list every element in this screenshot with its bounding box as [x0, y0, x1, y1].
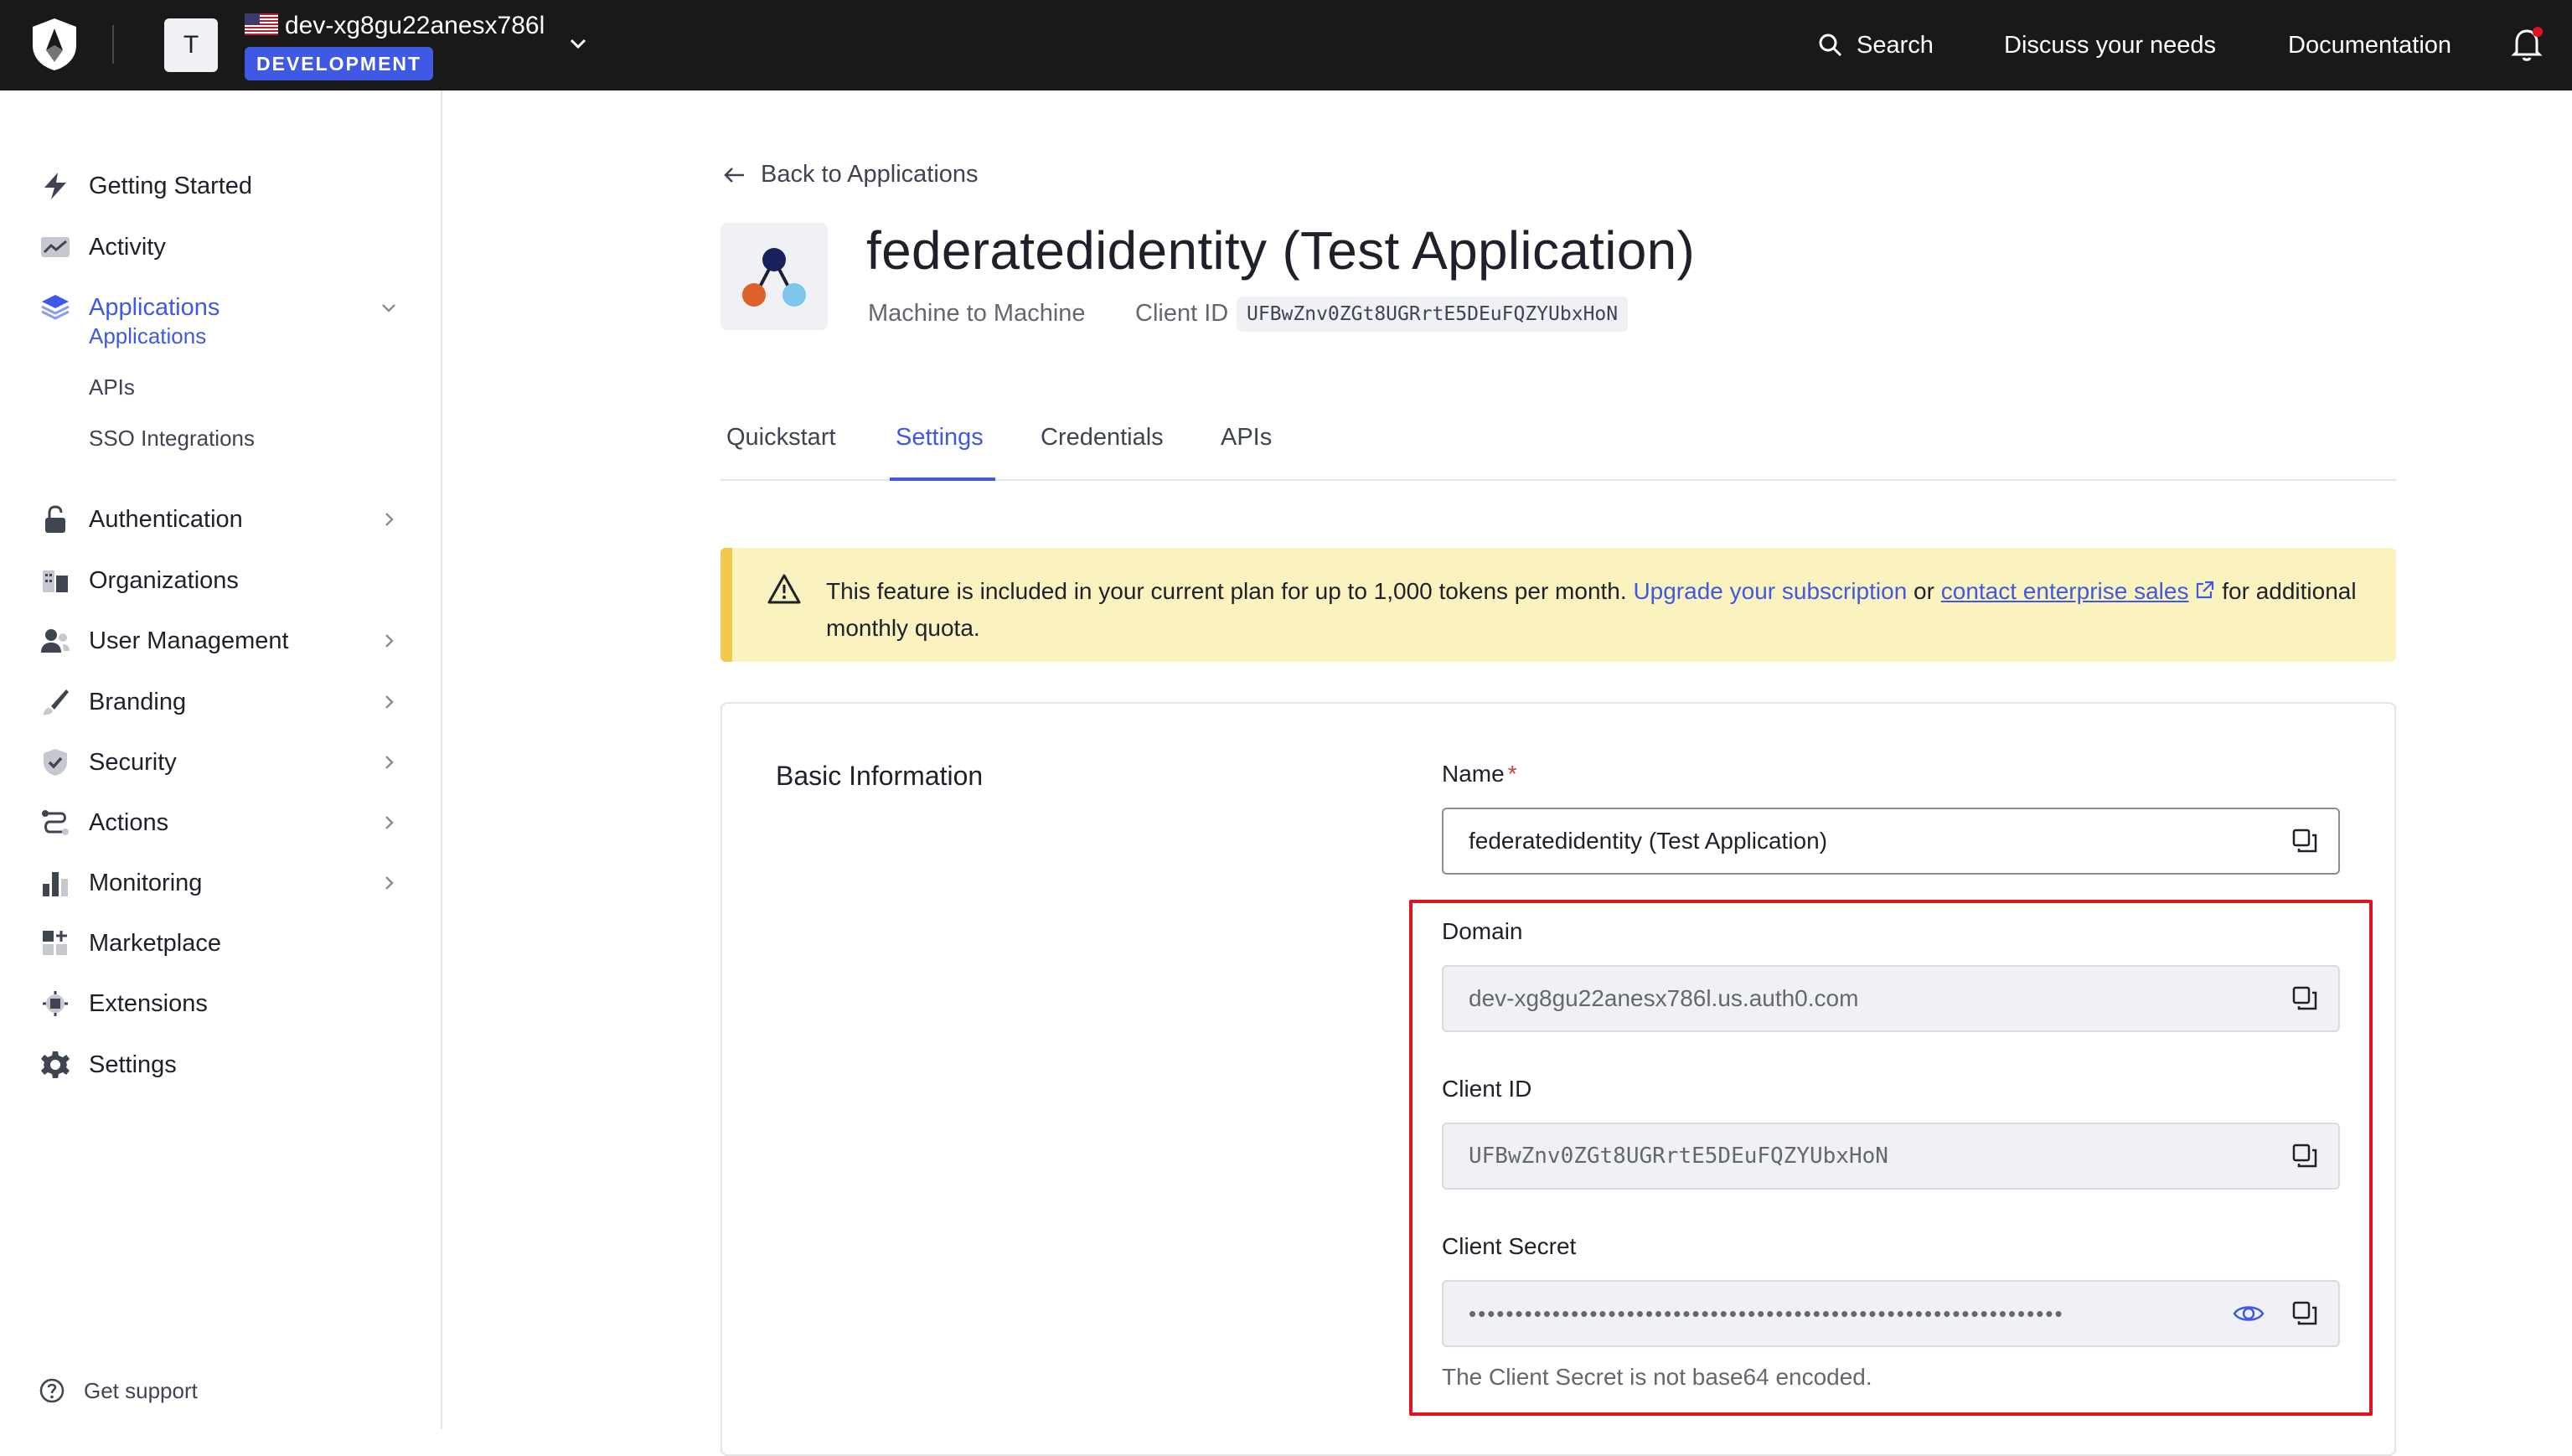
- sidebar: Getting Started Activity Applications Ap…: [0, 90, 442, 1429]
- sidebar-item-label: Branding: [89, 688, 187, 715]
- sidebar-item-user-management[interactable]: User Management: [0, 616, 442, 666]
- sidebar-item-monitoring[interactable]: Monitoring: [0, 858, 442, 908]
- search-label: Search: [1857, 31, 1934, 59]
- sidebar-item-label: Settings: [89, 1051, 177, 1078]
- sidebar-item-activity[interactable]: Activity: [0, 222, 442, 272]
- chevron-right-icon[interactable]: [379, 752, 399, 772]
- grid-plus-icon: [39, 927, 72, 960]
- name-input[interactable]: federatedidentity (Test Application): [1442, 808, 2340, 875]
- search-button[interactable]: Search: [1818, 0, 1934, 90]
- environment-badge: DEVELOPMENT: [245, 47, 434, 80]
- top-bar: T dev-xg8gu22anesx786l DEVELOPMENT Searc…: [0, 0, 2572, 90]
- sidebar-item-label: Marketplace: [89, 929, 221, 957]
- app-logo: [720, 223, 828, 330]
- sidebar-item-label: Getting Started: [89, 172, 253, 199]
- sidebar-item-marketplace[interactable]: Marketplace: [0, 918, 442, 968]
- sidebar-subitem-sso-integrations[interactable]: SSO Integrations: [89, 426, 255, 452]
- required-mark: *: [1507, 761, 1517, 787]
- sidebar-item-label: Activity: [89, 233, 166, 261]
- sidebar-item-applications[interactable]: Applications: [0, 282, 442, 333]
- contact-enterprise-sales-link[interactable]: contact enterprise sales: [1941, 578, 2189, 604]
- external-link-icon[interactable]: [2193, 580, 2215, 602]
- sidebar-item-security[interactable]: Security: [0, 737, 442, 787]
- flow-icon: [39, 806, 72, 839]
- sidebar-item-label: Applications: [89, 293, 220, 321]
- documentation-link[interactable]: Documentation: [2288, 0, 2451, 90]
- brush-icon: [39, 685, 72, 719]
- notice-text-before: This feature is included in your current…: [826, 578, 1634, 604]
- sidebar-item-label: Actions: [89, 808, 169, 836]
- chevron-right-icon[interactable]: [379, 509, 399, 529]
- sidebar-item-branding[interactable]: Branding: [0, 677, 442, 727]
- sidebar-item-authentication[interactable]: Authentication: [0, 494, 442, 545]
- auth0-logo-icon[interactable]: [30, 17, 79, 72]
- notice-text: This feature is included in your current…: [826, 573, 2376, 647]
- sidebar-item-getting-started[interactable]: Getting Started: [0, 161, 442, 211]
- sidebar-item-extensions[interactable]: Extensions: [0, 978, 442, 1029]
- search-icon: [1819, 34, 1842, 57]
- sidebar-item-settings[interactable]: Settings: [0, 1040, 442, 1090]
- shield-check-icon: [39, 746, 72, 779]
- help-circle-icon: [39, 1378, 65, 1403]
- warning-triangle-icon: [767, 574, 801, 604]
- notifications-bell-icon[interactable]: [2510, 25, 2544, 62]
- bar-chart-icon: [39, 866, 72, 900]
- copy-icon[interactable]: [2290, 826, 2320, 856]
- tenant-avatar[interactable]: T: [164, 18, 218, 72]
- layers-icon: [39, 291, 72, 324]
- get-support-label: Get support: [84, 1377, 198, 1403]
- name-label-text: Name: [1442, 761, 1505, 787]
- topbar-divider: [112, 25, 114, 64]
- gear-icon: [39, 1048, 72, 1082]
- plan-limit-notice: This feature is included in your current…: [720, 548, 2396, 662]
- puzzle-icon: [39, 987, 72, 1020]
- client-id-chip[interactable]: UFBwZnv0ZGt8UGRrtE5DEuFQZYUbxHoN: [1237, 297, 1629, 332]
- get-support-link[interactable]: Get support: [39, 1377, 198, 1404]
- sidebar-item-label: User Management: [89, 627, 289, 654]
- sidebar-item-label: Security: [89, 748, 177, 776]
- app-type-label: Machine to Machine: [868, 300, 1086, 327]
- sidebar-item-actions[interactable]: Actions: [0, 798, 442, 848]
- chevron-right-icon[interactable]: [379, 813, 399, 833]
- basic-information-title: Basic Information: [776, 761, 984, 791]
- client-id-header-label: Client ID: [1135, 300, 1229, 327]
- chevron-right-icon[interactable]: [379, 692, 399, 712]
- tab-settings[interactable]: Settings: [896, 424, 984, 452]
- arrow-left-icon: [724, 167, 744, 183]
- tenant-switcher-chevron-icon[interactable]: [566, 32, 590, 55]
- sidebar-item-label: Organizations: [89, 566, 239, 594]
- sidebar-subitem-applications[interactable]: Applications: [89, 323, 206, 349]
- sidebar-item-label: Monitoring: [89, 869, 203, 896]
- us-flag-icon: [245, 13, 278, 35]
- users-icon: [39, 624, 72, 658]
- active-tab-indicator: [890, 478, 995, 481]
- sidebar-item-organizations[interactable]: Organizations: [0, 555, 442, 606]
- upgrade-subscription-link[interactable]: Upgrade your subscription: [1633, 578, 1907, 604]
- bolt-icon: [39, 169, 72, 203]
- notification-dot: [2533, 27, 2543, 37]
- lock-icon: [39, 503, 72, 536]
- sidebar-item-label: Authentication: [89, 505, 243, 533]
- tab-quickstart[interactable]: Quickstart: [726, 424, 836, 452]
- building-icon: [39, 564, 72, 597]
- chevron-right-icon[interactable]: [379, 631, 399, 651]
- tab-apis[interactable]: APIs: [1221, 424, 1272, 452]
- name-label: Name *: [1442, 761, 1517, 787]
- sidebar-item-label: Extensions: [89, 989, 208, 1017]
- sidebar-subitem-apis[interactable]: APIs: [89, 374, 135, 400]
- name-value: federatedidentity (Test Application): [1469, 828, 1828, 854]
- page-title: federatedidentity (Test Application): [866, 220, 1696, 281]
- chevron-down-icon[interactable]: [379, 297, 399, 318]
- tenant-name[interactable]: dev-xg8gu22anesx786l: [285, 12, 545, 40]
- back-label: Back to Applications: [761, 161, 979, 188]
- back-to-applications-link[interactable]: Back to Applications: [722, 161, 979, 188]
- tab-credentials[interactable]: Credentials: [1041, 424, 1164, 452]
- notice-or: or: [1907, 578, 1941, 604]
- chevron-right-icon[interactable]: [379, 873, 399, 893]
- machine-to-machine-app-icon: [742, 248, 806, 307]
- credentials-highlight-box: [1409, 900, 2373, 1416]
- discuss-needs-link[interactable]: Discuss your needs: [2004, 0, 2216, 90]
- activity-chart-icon: [39, 230, 72, 264]
